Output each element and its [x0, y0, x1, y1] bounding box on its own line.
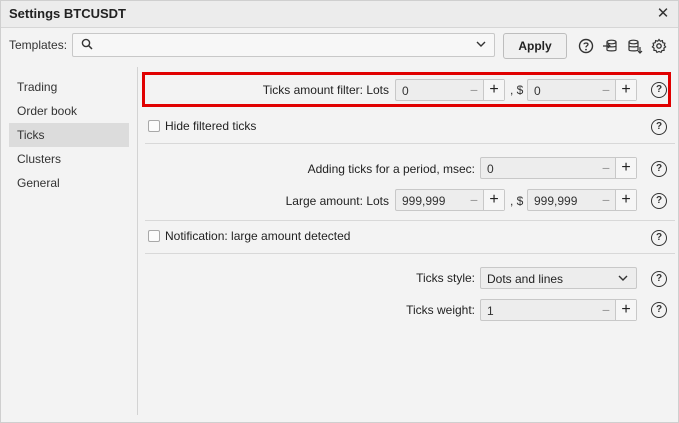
plus-icon[interactable]: +	[615, 190, 636, 210]
help-icon[interactable]: ?	[651, 271, 667, 287]
gear-icon[interactable]	[651, 38, 667, 54]
sidebar-item-trading[interactable]: Trading	[9, 75, 129, 99]
ticks-weight-stepper[interactable]: 1 − +	[480, 299, 637, 321]
plus-icon[interactable]: +	[615, 300, 636, 320]
chevron-down-icon[interactable]	[618, 274, 628, 282]
ticks-style-value: Dots and lines	[487, 272, 564, 286]
settings-window: Settings BTCUSDT ✕ Templates: Apply Trad…	[0, 0, 679, 423]
hide-filtered-label[interactable]: Hide filtered ticks	[165, 119, 256, 133]
plus-icon[interactable]: +	[483, 190, 504, 210]
templates-combobox[interactable]	[72, 33, 495, 57]
help-icon[interactable]: ?	[651, 161, 667, 177]
minus-icon[interactable]: −	[598, 161, 614, 175]
help-icon[interactable]: ?	[651, 302, 667, 318]
minus-icon[interactable]: −	[466, 193, 482, 207]
close-icon[interactable]: ✕	[654, 4, 672, 22]
notification-checkbox[interactable]	[148, 230, 160, 242]
ticks-weight-label: Ticks weight:	[406, 303, 475, 317]
sidebar-item-general[interactable]: General	[9, 171, 129, 195]
templates-label: Templates:	[9, 38, 68, 52]
section-divider	[145, 220, 675, 221]
minus-icon[interactable]: −	[598, 193, 614, 207]
templates-row: Templates: Apply	[1, 28, 678, 62]
hide-filtered-checkbox[interactable]	[148, 120, 160, 132]
large-amount-usd-value[interactable]: 999,999	[534, 194, 577, 208]
help-icon[interactable]: ?	[651, 230, 667, 246]
section-divider	[145, 143, 675, 144]
chevron-down-icon[interactable]	[476, 40, 486, 48]
large-amount-label: Large amount: Lots	[285, 194, 389, 208]
sidebar-item-clusters[interactable]: Clusters	[9, 147, 129, 171]
notification-label[interactable]: Notification: large amount detected	[165, 229, 350, 243]
help-icon[interactable]: ?	[651, 193, 667, 209]
title-bar: Settings BTCUSDT ✕	[1, 1, 678, 28]
minus-icon[interactable]: −	[598, 303, 614, 317]
large-amount-lots-value[interactable]: 999,999	[402, 194, 445, 208]
import-template-icon[interactable]	[602, 38, 618, 54]
help-circle-icon[interactable]	[578, 38, 594, 54]
settings-sidebar: Trading Order book Ticks Clusters Genera…	[1, 67, 138, 415]
window-title: Settings BTCUSDT	[9, 6, 126, 21]
adding-ticks-stepper[interactable]: 0 − +	[480, 157, 637, 179]
help-icon[interactable]: ?	[651, 119, 667, 135]
sidebar-item-ticks[interactable]: Ticks	[9, 123, 129, 147]
ticks-weight-value[interactable]: 1	[487, 304, 494, 318]
export-template-icon[interactable]	[627, 38, 643, 54]
plus-icon[interactable]: +	[615, 158, 636, 178]
apply-button[interactable]: Apply	[503, 33, 567, 59]
large-amount-lots-stepper[interactable]: 999,999 − +	[395, 189, 505, 211]
ticks-style-select[interactable]: Dots and lines	[480, 267, 637, 289]
adding-ticks-label: Adding ticks for a period, msec:	[307, 162, 475, 176]
highlight-box	[142, 72, 671, 107]
adding-ticks-value[interactable]: 0	[487, 162, 494, 176]
search-icon	[81, 38, 93, 50]
large-amount-usd-stepper[interactable]: 999,999 − +	[527, 189, 637, 211]
sidebar-item-order-book[interactable]: Order book	[9, 99, 129, 123]
currency-separator: , $	[510, 194, 524, 208]
section-divider	[145, 253, 675, 254]
ticks-style-label: Ticks style:	[416, 271, 475, 285]
